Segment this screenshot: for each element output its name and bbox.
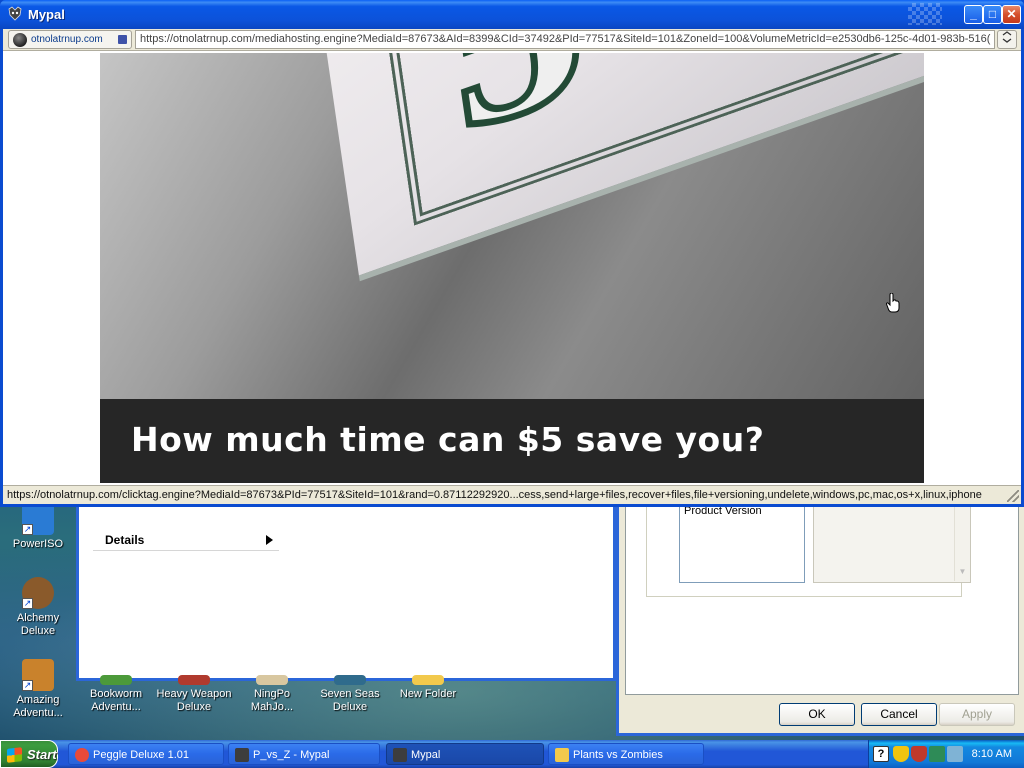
groupbox: Product Version ▼ (646, 505, 971, 597)
folder-icon (412, 675, 444, 685)
desktop-icon-amazing-adventures[interactable]: ↗ Amazing Adventu... (0, 659, 76, 720)
desktop-icon-poweriso[interactable]: ↗ PowerISO (0, 503, 76, 551)
desktop-icon-label: Amazing Adventu... (13, 694, 63, 719)
security-shield-icon[interactable] (911, 746, 927, 762)
background-window-left: Details (76, 505, 616, 681)
desktop-icon-label: Alchemy Deluxe (16, 612, 60, 637)
maximize-button[interactable]: □ (983, 5, 1002, 24)
taskbar-item-peggle[interactable]: Peggle Deluxe 1.01 (68, 743, 224, 765)
start-label: Start (27, 747, 57, 762)
desktop-icon-label: Bookworm Adventu... (90, 688, 142, 713)
desktop-icon-label: Heavy Weapon Deluxe (156, 688, 232, 713)
cancel-button[interactable]: Cancel (861, 703, 937, 726)
minimize-button[interactable]: _ (964, 5, 983, 24)
ad-headline: How much time can $5 save you? (131, 420, 765, 459)
desktop-icon-label: PowerISO (12, 538, 64, 550)
resize-grip-icon[interactable] (1007, 490, 1019, 502)
expand-icon (1002, 31, 1012, 43)
bookworm-icon (100, 675, 132, 685)
taskbar-item-label: P_vs_Z - Mypal (253, 749, 330, 761)
details-label: Details (105, 533, 145, 547)
details-expander[interactable]: Details (93, 529, 279, 551)
close-button[interactable]: ✕ (1002, 5, 1021, 24)
taskbar-item-label: Mypal (411, 749, 441, 761)
desktop-icon-seven-seas[interactable]: Seven Seas Deluxe (312, 675, 388, 714)
ok-button[interactable]: OK (779, 703, 855, 726)
desktop-icon-heavy-weapon[interactable]: Heavy Weapon Deluxe (156, 675, 232, 714)
help-icon[interactable]: ? (873, 746, 889, 762)
shield-icon[interactable] (893, 746, 909, 762)
status-text: https://otnolatrnup.com/clicktag.engine?… (7, 489, 982, 501)
mypal-icon (8, 6, 22, 21)
page-content: 5 How much time can $5 save you? (3, 51, 1021, 485)
alchemy-icon: ↗ (22, 577, 54, 609)
amazing-adventures-icon: ↗ (22, 659, 54, 691)
url-field[interactable]: https://otnolatrnup.com/mediahosting.eng… (135, 30, 995, 49)
peggle-icon (75, 748, 89, 762)
mypal-window: Mypal _ □ ✕ otnolatrnup.com https://otno… (0, 0, 1024, 507)
windows-logo-icon (7, 747, 22, 763)
mypal-icon (393, 748, 407, 762)
desktop-icon-bookworm[interactable]: Bookworm Adventu... (78, 675, 154, 714)
desktop-icon-new-folder[interactable]: New Folder (390, 675, 466, 701)
navigation-bar: otnolatrnup.com https://otnolatrnup.com/… (3, 29, 1021, 51)
desktop-icon-label: New Folder (399, 688, 457, 700)
properties-dialog: Product Version ▼ OK Cancel Apply (616, 505, 1024, 736)
site-identity-box[interactable]: otnolatrnup.com (8, 30, 132, 49)
taskbar-item-pvsz-mypal[interactable]: P_vs_Z - Mypal (228, 743, 380, 765)
mypal-icon (235, 748, 249, 762)
property-value-list[interactable]: ▼ (813, 505, 971, 583)
desktop-icon-label: NingPo MahJo... (250, 688, 294, 713)
lock-icon (118, 35, 127, 44)
taskbar-item-label: Plants vs Zombies (573, 749, 663, 761)
hand-cursor-icon (886, 293, 900, 313)
taskbar: Start Peggle Deluxe 1.01 P_vs_Z - Mypal … (0, 740, 1024, 768)
seven-seas-icon (334, 675, 366, 685)
desktop-icon-label: Seven Seas Deluxe (320, 688, 380, 713)
status-bar: https://otnolatrnup.com/clicktag.engine?… (3, 485, 1021, 504)
chevron-right-icon (266, 535, 273, 545)
title-bar[interactable]: Mypal _ □ ✕ (0, 0, 1024, 29)
poweriso-icon: ↗ (22, 503, 54, 535)
apply-button[interactable]: Apply (939, 703, 1015, 726)
taskbar-item-label: Peggle Deluxe 1.01 (93, 749, 190, 761)
ad-banner[interactable]: How much time can $5 save you? (100, 399, 924, 483)
bookmark-page-button[interactable] (997, 30, 1017, 49)
globe-icon (13, 33, 27, 47)
desktop-icon-alchemy-deluxe[interactable]: ↗ Alchemy Deluxe (0, 577, 76, 638)
network-icon[interactable] (929, 746, 945, 762)
advertisement[interactable]: 5 How much time can $5 save you? (100, 53, 924, 483)
clock[interactable]: 8:10 AM (972, 740, 1012, 768)
window-title: Mypal (28, 7, 65, 22)
start-button[interactable]: Start (0, 740, 58, 768)
property-name-list[interactable]: Product Version (679, 505, 805, 583)
five-dollar-bill-image: 5 (318, 53, 924, 282)
system-tray: ? 8:10 AM (868, 740, 1024, 768)
properties-tab-panel: Product Version ▼ (625, 505, 1019, 695)
safely-remove-icon[interactable] (947, 746, 963, 762)
scrollbar[interactable]: ▼ (954, 505, 970, 581)
taskbar-item-mypal[interactable]: Mypal (386, 743, 544, 765)
desktop-icon-ningpo-mahjong[interactable]: NingPo MahJo... (234, 675, 310, 714)
mahjong-icon (256, 675, 288, 685)
title-decoration (908, 3, 942, 25)
taskbar-item-plants-vs-zombies[interactable]: Plants vs Zombies (548, 743, 704, 765)
folder-icon (555, 748, 569, 762)
heavy-weapon-icon (178, 675, 210, 685)
site-identity-label: otnolatrnup.com (31, 34, 103, 45)
